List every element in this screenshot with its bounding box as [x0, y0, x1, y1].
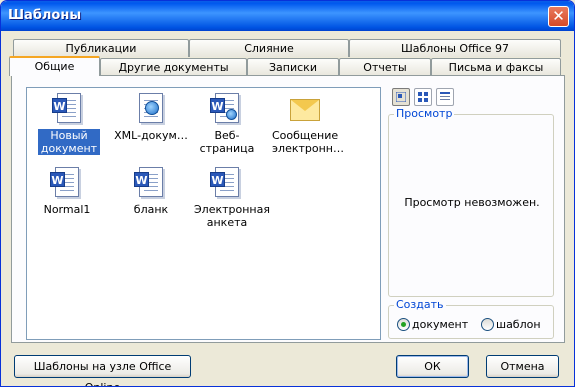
template-label: XML-докум…: [114, 129, 188, 142]
list-view-icon: [418, 92, 428, 102]
create-template-radio[interactable]: [481, 318, 494, 331]
tab-general[interactable]: Общие: [9, 56, 100, 76]
template-item-web-page[interactable]: W Веб-страница: [187, 92, 267, 155]
create-title: Создать: [394, 298, 446, 311]
template-label: Электронная анкета: [194, 203, 270, 229]
tab-letters-faxes[interactable]: Письма и факсы: [431, 58, 561, 76]
template-label: бланк: [133, 203, 169, 216]
tab-mail-merge[interactable]: Слияние: [189, 39, 349, 57]
word-document-icon: W: [210, 166, 244, 200]
large-icons-view-button[interactable]: [392, 88, 410, 106]
template-list[interactable]: W Новый документ XML-докум… W Веб-страни…: [26, 87, 381, 340]
details-view-icon: [440, 92, 450, 100]
tab-office97-templates[interactable]: Шаблоны Office 97: [349, 39, 561, 57]
template-label: Веб-страница: [199, 129, 255, 155]
tab-other-documents[interactable]: Другие документы: [100, 58, 247, 76]
create-document-label[interactable]: документ: [412, 318, 468, 331]
template-label: Новый документ: [38, 129, 100, 155]
template-item-electronic-form[interactable]: W Электронная анкета: [187, 166, 270, 229]
details-view-button[interactable]: [436, 88, 454, 106]
template-item-normal1[interactable]: W Normal1: [27, 166, 107, 216]
preview-area: Просмотр невозможен.: [390, 118, 554, 297]
list-view-button[interactable]: [414, 88, 432, 106]
tab-panel-general: W Новый документ XML-докум… W Веб-страни…: [11, 75, 565, 343]
web-page-icon: W: [210, 92, 244, 126]
template-item-blank-form[interactable]: W бланк: [111, 166, 191, 216]
word-document-icon: W: [52, 92, 86, 126]
xml-document-icon: [134, 92, 168, 126]
close-button[interactable]: ✕: [548, 6, 569, 27]
tab-reports[interactable]: Отчеты: [339, 58, 431, 76]
tab-publications[interactable]: Публикации: [13, 39, 189, 57]
large-icons-view-icon: [396, 92, 406, 102]
create-document-radio[interactable]: [397, 318, 410, 331]
word-document-icon: W: [50, 166, 84, 200]
office-online-templates-button[interactable]: Шаблоны на узле Office Online: [14, 355, 191, 386]
template-item-new-document[interactable]: W Новый документ: [29, 92, 109, 155]
template-item-email-message[interactable]: Сообщение электронн…: [263, 92, 347, 155]
ok-button[interactable]: ОК: [396, 355, 469, 378]
dialog-title: Шаблоны: [8, 8, 82, 23]
title-bar[interactable]: Шаблоны ✕: [1, 1, 574, 31]
template-item-xml-document[interactable]: XML-докум…: [111, 92, 191, 142]
create-template-label[interactable]: шаблон: [496, 318, 541, 331]
word-document-icon: W: [134, 166, 168, 200]
email-message-icon: [288, 92, 322, 126]
cancel-button[interactable]: Отмена: [486, 355, 559, 378]
template-label: Сообщение электронн…: [272, 129, 344, 155]
tab-memos[interactable]: Записки: [247, 58, 339, 76]
template-label: Normal1: [43, 203, 91, 216]
templates-dialog: Шаблоны ✕ Публикации Слияние Шаблоны Off…: [0, 0, 575, 387]
preview-message: Просмотр невозможен.: [404, 196, 540, 209]
